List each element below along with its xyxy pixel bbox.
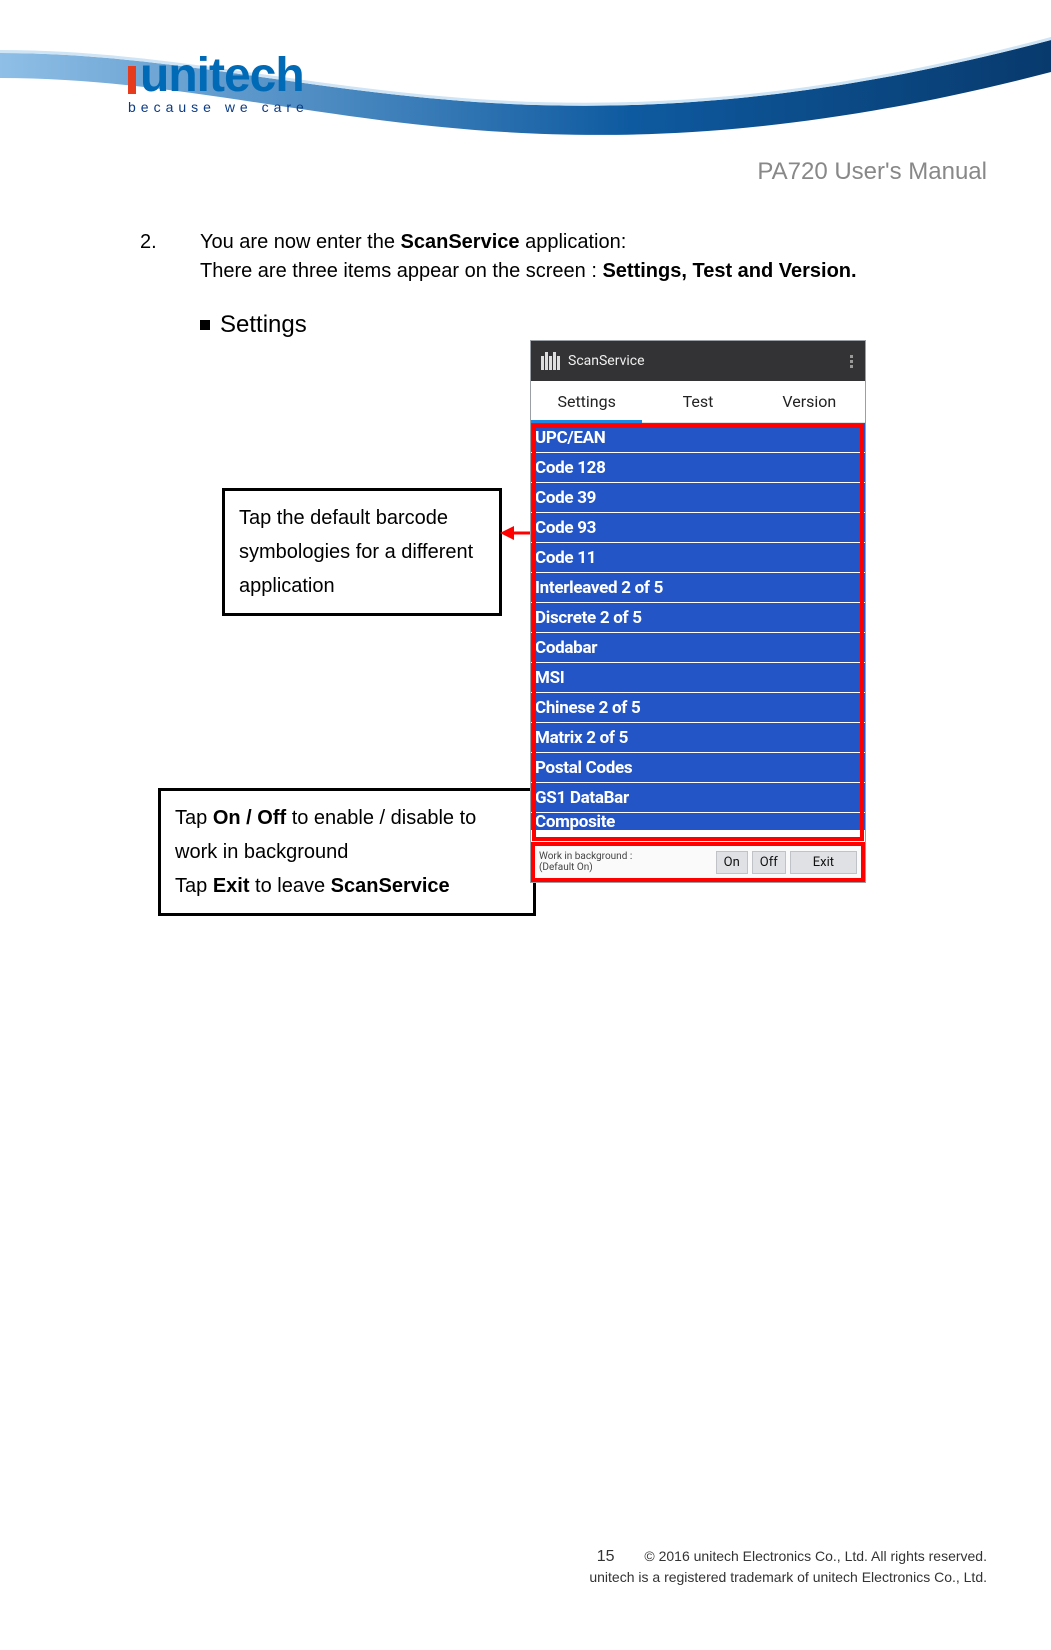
off-button[interactable]: Off bbox=[752, 851, 786, 874]
c2-2c: to leave bbox=[250, 875, 331, 897]
step-number: 2. bbox=[140, 228, 176, 286]
overflow-menu-icon[interactable] bbox=[847, 350, 855, 372]
copyright-line1: © 2016 unitech Electronics Co., Ltd. All… bbox=[644, 1548, 987, 1564]
list-item[interactable]: Matrix 2 of 5 bbox=[531, 723, 865, 753]
list-item[interactable]: GS1 DataBar bbox=[531, 783, 865, 813]
bg-label-1: Work in background : bbox=[539, 851, 632, 862]
list-item[interactable]: Chinese 2 of 5 bbox=[531, 693, 865, 723]
on-button[interactable]: On bbox=[716, 851, 748, 874]
callout1-text: Tap the default barcode symbologies for … bbox=[239, 507, 473, 597]
bullet-settings: Settings bbox=[140, 308, 991, 343]
list-item[interactable]: Code 128 bbox=[531, 453, 865, 483]
exit-button[interactable]: Exit bbox=[790, 851, 857, 874]
product-name: PA720 User's Manual bbox=[757, 158, 987, 186]
list-item[interactable]: UPC/EAN bbox=[531, 423, 865, 453]
app-bar: ScanService bbox=[531, 341, 865, 381]
tab-bar: Settings Test Version bbox=[531, 381, 865, 423]
page-number: 15 bbox=[597, 1546, 615, 1568]
list-item[interactable]: Code 11 bbox=[531, 543, 865, 573]
tab-version[interactable]: Version bbox=[754, 381, 865, 422]
background-toggle-bar: Work in background : (Default On) On Off… bbox=[531, 842, 865, 882]
symbology-list-wrap: UPC/EAN Code 128 Code 39 Code 93 Code 11… bbox=[531, 423, 865, 842]
step-app-name: ScanService bbox=[401, 231, 520, 253]
logo-word: unitech bbox=[140, 49, 304, 102]
list-item[interactable]: Discrete 2 of 5 bbox=[531, 603, 865, 633]
list-item[interactable]: MSI bbox=[531, 663, 865, 693]
page-header: unitech because we care PA720 User's Man… bbox=[0, 0, 1051, 200]
copyright-line2: unitech is a registered trademark of uni… bbox=[589, 1569, 987, 1585]
c2-2a: Tap bbox=[175, 875, 213, 897]
list-item[interactable]: Composite bbox=[531, 813, 865, 830]
list-item[interactable]: Codabar bbox=[531, 633, 865, 663]
c2-1b: On / Off bbox=[213, 807, 286, 829]
screenshot-scanservice: ScanService Settings Test Version UPC/EA… bbox=[530, 340, 866, 883]
list-item[interactable]: Code 93 bbox=[531, 513, 865, 543]
bg-label-2: (Default On) bbox=[539, 862, 593, 873]
step-2: 2. You are now enter the ScanService app… bbox=[140, 228, 991, 286]
logo-tagline: because we care bbox=[128, 99, 338, 115]
list-item[interactable]: Interleaved 2 of 5 bbox=[531, 573, 865, 603]
c2-1a: Tap bbox=[175, 807, 213, 829]
step-text-part1: You are now enter the bbox=[200, 231, 401, 253]
logo-mark-icon bbox=[128, 66, 136, 94]
barcode-icon bbox=[541, 352, 560, 370]
app-title: ScanService bbox=[568, 353, 645, 369]
callout-symbologies: Tap the default barcode symbologies for … bbox=[222, 488, 502, 616]
page-content: 2. You are now enter the ScanService app… bbox=[140, 228, 991, 343]
step-line2-a: There are three items appear on the scre… bbox=[200, 260, 602, 282]
c2-2d: ScanService bbox=[331, 875, 450, 897]
callout-background: Tap On / Off to enable / disable to work… bbox=[158, 788, 536, 916]
list-item[interactable]: Code 39 bbox=[531, 483, 865, 513]
page-footer: 15 © 2016 unitech Electronics Co., Ltd. … bbox=[0, 1546, 987, 1588]
step-text-part2: application: bbox=[520, 231, 627, 253]
bullet-square-icon bbox=[200, 320, 210, 330]
background-label: Work in background : (Default On) bbox=[537, 851, 716, 873]
tab-test[interactable]: Test bbox=[642, 381, 753, 422]
list-item[interactable]: Postal Codes bbox=[531, 753, 865, 783]
step-line2-b: Settings, Test and Version. bbox=[602, 260, 856, 282]
tab-settings[interactable]: Settings bbox=[531, 381, 642, 422]
bullet-label: Settings bbox=[220, 311, 307, 338]
logo: unitech because we care bbox=[128, 48, 338, 115]
c2-2b: Exit bbox=[213, 875, 250, 897]
symbology-list: UPC/EAN Code 128 Code 39 Code 93 Code 11… bbox=[531, 423, 865, 830]
step-text: You are now enter the ScanService applic… bbox=[200, 228, 991, 286]
